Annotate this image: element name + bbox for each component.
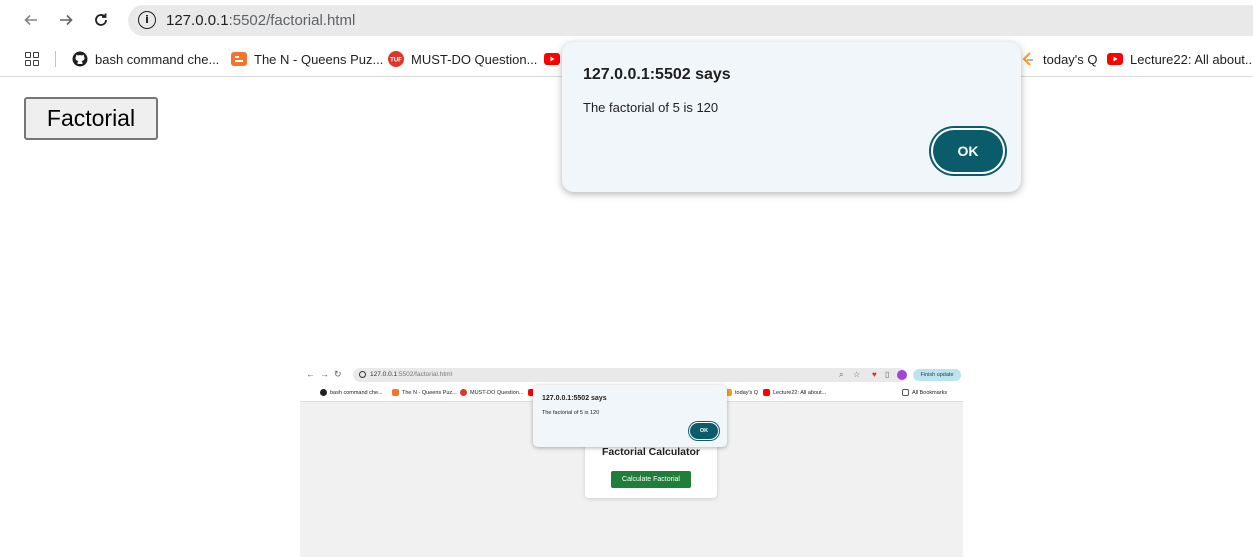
bookmark-item[interactable] [544,51,560,67]
alert-dialog: 127.0.0.1:5502 says The factorial of 5 i… [562,42,1021,192]
reload-icon[interactable] [88,7,114,33]
youtube-icon [1107,53,1123,65]
codingninjas-icon [231,52,247,66]
thumb-forward-icon: → [320,369,329,379]
thumb-zoom-icon: ⌕ [839,370,844,379]
thumb-calculate-button: Calculate Factorial [611,471,691,488]
thumb-card-title: Factorial Calculator [601,446,701,458]
back-arrow-icon[interactable] [18,7,44,33]
forward-arrow-icon[interactable] [53,7,79,33]
tuf-icon: TUF [388,51,404,67]
bookmark-item[interactable]: TUF MUST-DO Question... [388,51,537,67]
thumb-puzzle-icon: ▯ [885,370,890,379]
bookmark-item[interactable]: bash command che... [72,51,219,67]
thumb-bookmark: MUST-DO Question... [460,389,524,396]
thumb-site-info-icon [359,371,366,378]
thumb-dialog-title: 127.0.0.1:5502 says [542,395,607,402]
dialog-title: 127.0.0.1:5502 says [583,66,731,83]
thumb-reload-icon: ↻ [334,369,342,379]
apps-grid-icon[interactable] [25,52,39,66]
address-bar[interactable]: i 127.0.0.1:5502/factorial.html [128,5,1253,36]
thumb-extension-icon: ♥ [872,370,877,379]
thumb-dialog-message: The factorial of 5 is 120 [542,410,600,416]
thumb-bookmark: All Bookmarks [902,389,947,396]
thumb-bookmark: The N - Queens Puz... [392,389,457,396]
thumb-ok-button: OK [690,423,718,439]
site-info-icon[interactable]: i [138,11,156,29]
github-icon [72,51,88,67]
dialog-message: The factorial of 5 is 120 [583,100,719,115]
thumb-toolbar: ← → ↻ 127.0.0.1:5502/factorial.html ⌕ ☆ … [300,365,963,385]
ok-button[interactable]: OK [933,130,1003,172]
thumb-update-button: Finish update [913,369,961,381]
bookmark-item[interactable]: today's Q [1020,51,1098,67]
thumb-calculator-card: Factorial Calculator Calculate Factorial [585,438,717,498]
url-text: 127.0.0.1:5502/factorial.html [166,12,356,29]
bookmark-item[interactable]: Lecture22: All about... [1107,51,1253,67]
bookmark-separator [55,51,56,67]
youtube-icon [544,53,560,65]
thumb-star-icon: ☆ [853,370,861,379]
browser-toolbar: i 127.0.0.1:5502/factorial.html [0,0,1253,42]
svg-text:TUF: TUF [390,58,402,64]
thumb-back-icon: ← [306,369,315,379]
thumb-address-bar: 127.0.0.1:5502/factorial.html [353,368,906,382]
bookmark-item[interactable]: The N - Queens Puz... [231,51,383,67]
thumb-bookmark: today's Q [725,389,758,396]
factorial-button[interactable]: Factorial [24,97,158,140]
thumb-bookmark: bash command che... [320,389,383,396]
embedded-screenshot: ← → ↻ 127.0.0.1:5502/factorial.html ⌕ ☆ … [300,365,963,557]
thumb-alert-dialog: 127.0.0.1:5502 says The factorial of 5 i… [533,385,727,447]
thumb-bookmark: Lecture22: All about... [763,389,826,396]
leetcode-icon [1022,52,1033,66]
thumb-profile-avatar [897,370,907,380]
